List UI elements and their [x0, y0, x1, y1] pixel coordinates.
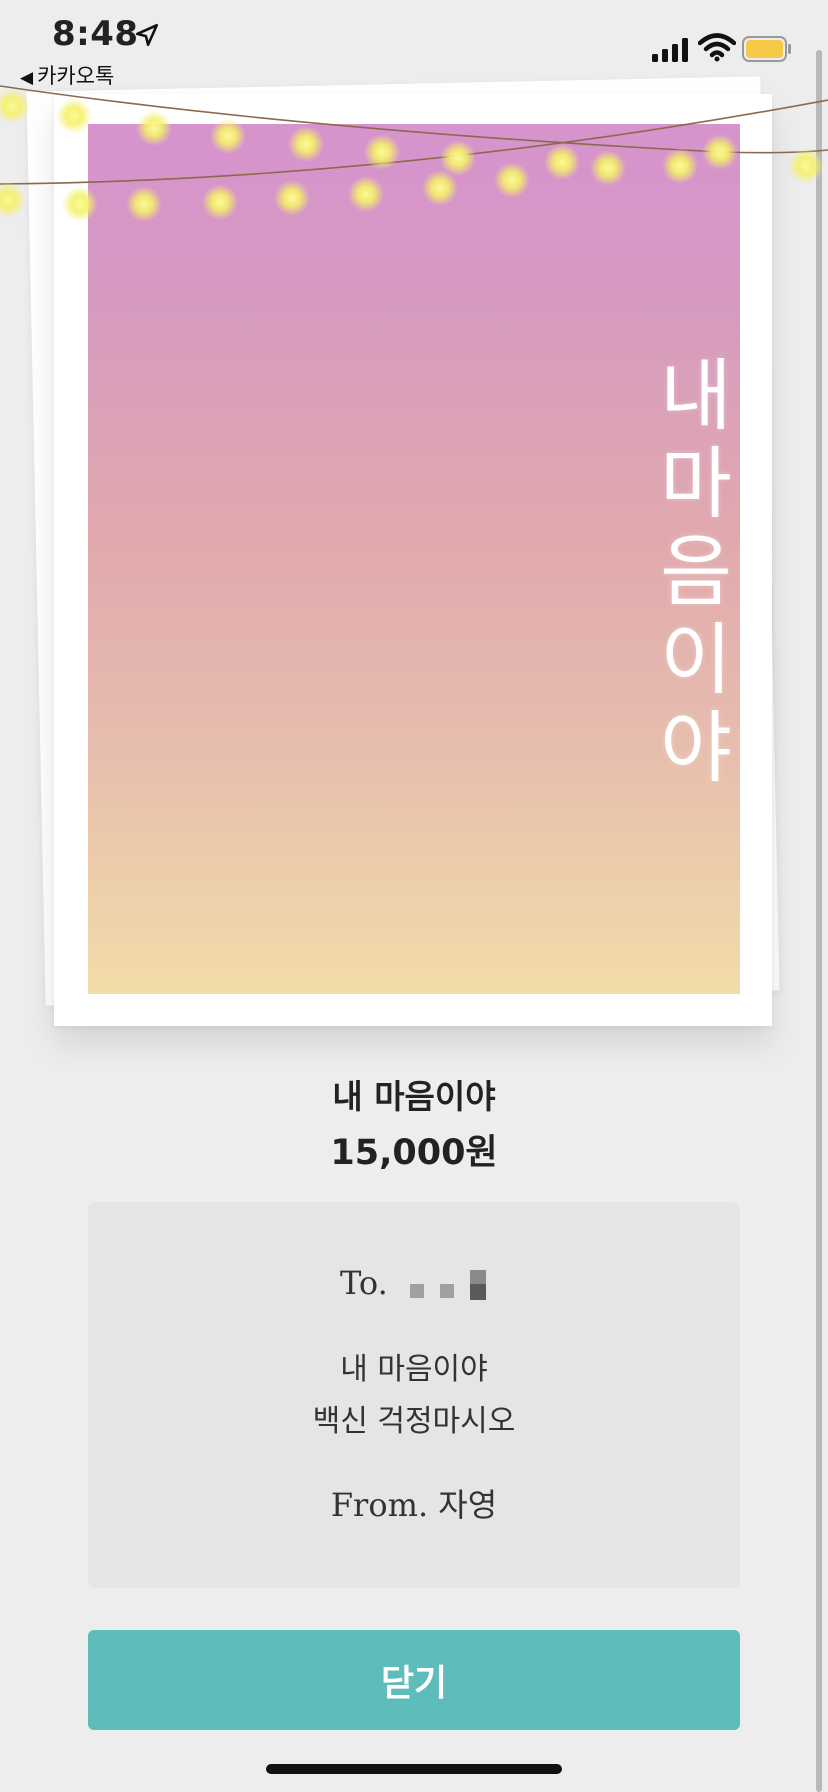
product-name: 내 마음이야 [332, 1077, 496, 1116]
message-line-2: 백신 걱정마시오 [312, 1404, 516, 1439]
message-to: To. [88, 1264, 740, 1304]
status-bar: 8:48 ◀ 카카오톡 [0, 0, 828, 90]
message-box: To. 내 마음이야 백신 걱정마시오 From. 자영 [88, 1202, 740, 1588]
home-indicator[interactable] [266, 1764, 562, 1774]
card-title: 내마음이야 [88, 314, 740, 834]
message-body: 내 마음이야 백신 걱정마시오 [88, 1344, 740, 1448]
card-artwork: 내마음이야 [88, 124, 740, 994]
status-time: 8:48 [52, 14, 139, 54]
redacted-recipient-name [409, 1269, 486, 1300]
wifi-icon [698, 33, 736, 62]
close-button[interactable]: 닫기 [88, 1630, 740, 1730]
card-title-text: 내마음이야 [644, 354, 734, 794]
location-arrow-icon [135, 23, 159, 47]
string-lights-decoration [0, 85, 828, 222]
message-line-1: 내 마음이야 [340, 1352, 488, 1387]
scrollbar[interactable] [816, 50, 822, 1792]
message-to-prefix: To. [340, 1264, 388, 1302]
cellular-signal-icon [652, 38, 688, 62]
product-price: 15,000원 [330, 1133, 498, 1173]
battery-icon [742, 36, 791, 62]
message-from: From. 자영 [330, 1486, 498, 1524]
